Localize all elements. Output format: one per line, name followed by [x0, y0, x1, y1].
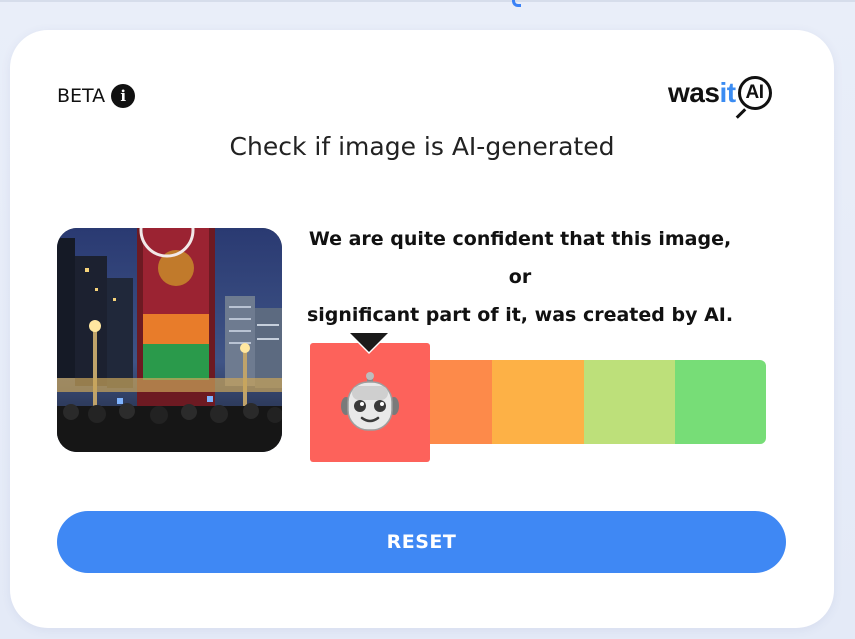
logo-was: was: [668, 77, 720, 108]
logo-it: it: [719, 77, 736, 108]
beta-badge: BETA i: [57, 84, 136, 108]
level-pointer: [350, 333, 388, 352]
robot-face-icon: [341, 371, 399, 431]
magnifier-icon: AI: [735, 76, 772, 119]
top-accent-mark: [512, 0, 521, 7]
uploaded-image: [57, 228, 282, 452]
meter-segment-3: [492, 360, 584, 444]
reset-button[interactable]: RESET: [57, 511, 786, 573]
meter-segment-5: [674, 360, 767, 444]
meter-segment-4: [583, 360, 675, 444]
active-level-indicator: [310, 343, 430, 462]
page-title: Check if image is AI-generated: [229, 132, 615, 161]
verdict-text: We are quite confident that this image, …: [300, 220, 740, 334]
top-divider: [0, 0, 855, 2]
logo-ai: AI: [745, 82, 765, 103]
info-icon[interactable]: i: [111, 84, 136, 108]
verdict-line-2: significant part of it, was created by A…: [306, 304, 734, 326]
wasitai-logo[interactable]: was it AI: [668, 76, 772, 119]
beta-label: BETA: [57, 85, 106, 107]
verdict-line-1: We are quite confident that this image, …: [308, 228, 732, 288]
detector-card: BETA i was it AI Check if image is AI-ge…: [10, 30, 834, 628]
